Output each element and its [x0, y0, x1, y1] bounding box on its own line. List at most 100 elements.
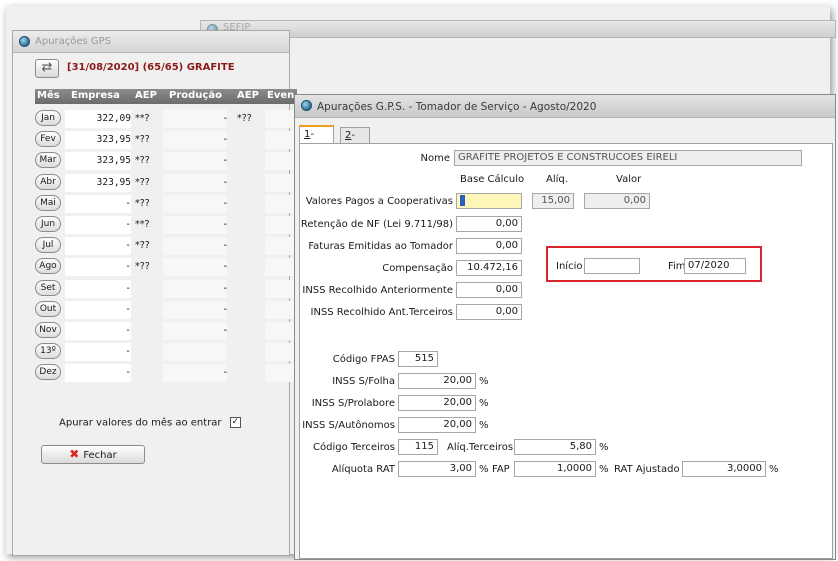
col-empresa[interactable]: Empresa	[71, 90, 120, 101]
col-producao[interactable]: Produção	[169, 90, 222, 101]
tab-gps[interactable]: 2-GPS	[340, 127, 371, 156]
month-button[interactable]: Set	[35, 279, 61, 296]
rat-ajustado-label: RAT Ajustado	[614, 464, 680, 475]
empresa-value: -	[65, 279, 131, 298]
month-row: Ago - *?? -	[35, 257, 297, 277]
sefip-background-window[interactable]: SEFIP	[200, 20, 836, 38]
aep2-value	[237, 364, 261, 382]
fap-field[interactable]: 1,0000	[514, 461, 596, 477]
empresa-value: -	[65, 343, 131, 362]
fechar-button[interactable]: ✖ Fechar	[41, 445, 145, 464]
month-button[interactable]: Ago	[35, 258, 61, 275]
apurar-checkbox[interactable]: ✓	[229, 417, 241, 428]
desktop-frame: SEFIP Apurações GPS ⇄ [31/08/2020] (65/6…	[6, 6, 836, 560]
eventos-value	[265, 279, 297, 298]
eventos-value	[265, 194, 297, 213]
month-button[interactable]: Fev	[35, 131, 61, 148]
aep2-value	[237, 152, 261, 170]
producao-value: -	[163, 322, 227, 340]
empresa-value: -	[65, 237, 131, 256]
tab-sefip[interactable]: 1-Sefip	[299, 125, 335, 155]
aep2-value	[237, 322, 261, 340]
month-button[interactable]: Mai	[35, 194, 61, 211]
month-button[interactable]: Dez	[35, 364, 61, 381]
cooperativas-label: Valores Pagos a Cooperativas	[305, 196, 453, 207]
cooperativas-base-field[interactable]: 0	[456, 193, 522, 209]
aliquota-rat-field[interactable]: 3,00	[398, 461, 476, 477]
aep-value	[135, 364, 159, 382]
col-mes[interactable]: Mês	[37, 90, 60, 101]
aep-value	[135, 301, 159, 319]
retencao-field[interactable]: 0,00	[456, 216, 522, 232]
sefip-panel: Nome GRAFITE PROJETOS E CONSTRUCOES EIRE…	[299, 143, 833, 559]
fpas-field[interactable]: 515	[398, 351, 438, 367]
aep-value: *??	[135, 134, 150, 146]
percent-sign: %	[479, 376, 489, 387]
producao-value: -	[163, 194, 227, 213]
producao-value: -	[163, 258, 227, 277]
producao-value: -	[163, 216, 227, 234]
month-row: Mai - *?? -	[35, 194, 297, 214]
codigo-terceiros-field[interactable]: 115	[398, 439, 438, 455]
producao-value: -	[163, 237, 227, 256]
dialog-titlebar[interactable]: Apurações G.P.S. - Tomador de Serviço - …	[295, 95, 835, 118]
month-button[interactable]: Jul	[35, 237, 61, 254]
inss-ant-terceiros-label: INSS Recolhido Ant.Terceiros	[310, 307, 454, 318]
percent-sign: %	[479, 398, 489, 409]
app-icon	[301, 100, 312, 111]
fim-field[interactable]: 07/2020	[684, 258, 746, 274]
month-row: Nov - -	[35, 321, 297, 341]
aep2-value	[237, 195, 261, 213]
month-row: Dez - -	[35, 363, 297, 383]
month-button[interactable]: Nov	[35, 322, 61, 338]
compensacao-field[interactable]: 10.472,16	[456, 260, 522, 276]
eventos-value	[265, 110, 297, 128]
aep-value: *??	[135, 197, 150, 209]
fim-label: Fim	[668, 261, 686, 272]
month-button[interactable]: Jan	[35, 110, 61, 126]
inss-prolabore-field[interactable]: 20,00	[398, 395, 476, 411]
apuracoes-gps-window: Apurações GPS ⇄ [31/08/2020] (65/65) GRA…	[12, 30, 297, 556]
grid-header: Mês Empresa AEP Produção AEP Even	[35, 89, 297, 104]
col-eventos[interactable]: Even	[267, 90, 294, 101]
producao-value: -	[163, 173, 227, 192]
retencao-label: Retenção de NF (Lei 9.711/98)	[300, 219, 453, 230]
nome-field[interactable]: GRAFITE PROJETOS E CONSTRUCOES EIRELI	[454, 150, 802, 166]
month-button[interactable]: Abr	[35, 173, 61, 190]
inss-prolabore-label: INSS S/Prolabore	[311, 398, 395, 409]
aep-value	[135, 343, 159, 361]
eventos-value	[265, 216, 297, 234]
empresa-value: -	[65, 194, 131, 213]
month-button[interactable]: Mar	[35, 152, 61, 169]
month-row: Jun - **? -	[35, 215, 297, 235]
month-button[interactable]: 13º	[35, 343, 61, 360]
percent-sign: %	[479, 420, 489, 431]
eventos-value	[265, 322, 297, 340]
aliquota-rat-label: Alíquota RAT	[331, 464, 395, 475]
cooperativas-valor-field[interactable]: 0,00	[584, 193, 650, 209]
inss-folha-field[interactable]: 20,00	[398, 373, 476, 389]
inicio-field[interactable]	[584, 258, 640, 274]
window-titlebar[interactable]: Apurações GPS	[13, 31, 289, 53]
cooperativas-aliq-field[interactable]: 15,00	[532, 193, 574, 209]
faturas-field[interactable]: 0,00	[456, 238, 522, 254]
month-button[interactable]: Jun	[35, 216, 61, 232]
inss-autonomos-field[interactable]: 20,00	[398, 417, 476, 433]
month-row: Set - -	[35, 279, 297, 299]
col-aep-2[interactable]: AEP	[237, 90, 259, 101]
inss-anterior-field[interactable]: 0,00	[456, 282, 522, 298]
producao-value: -	[163, 279, 227, 298]
month-row: Abr 323,95 *?? -	[35, 173, 297, 193]
rat-ajustado-field[interactable]: 3,0000	[682, 461, 766, 477]
aep2-value	[237, 174, 261, 192]
inss-ant-terceiros-field[interactable]: 0,00	[456, 304, 522, 320]
percent-sign: %	[479, 464, 489, 475]
aep-value: *??	[135, 176, 150, 188]
aliq-terceiros-label: Alíq.Terceiros	[447, 442, 514, 453]
month-button[interactable]: Out	[35, 300, 61, 317]
swap-arrows-button[interactable]: ⇄	[35, 59, 59, 78]
col-aep[interactable]: AEP	[135, 90, 157, 101]
apurar-option[interactable]: Apurar valores do mês ao entrar ✓	[59, 417, 241, 429]
aliq-terceiros-field[interactable]: 5,80	[514, 439, 596, 455]
month-row: Mar 323,95 *?? -	[35, 151, 297, 171]
